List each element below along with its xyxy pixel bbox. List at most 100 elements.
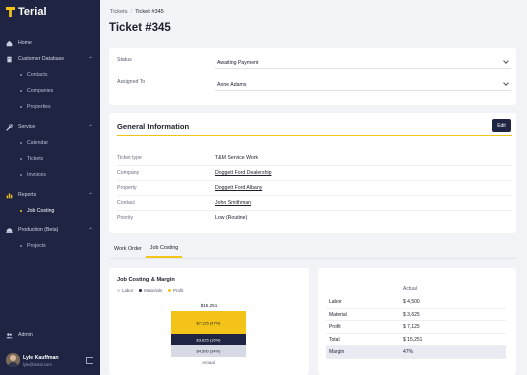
assigned-to-value: Anne Adams — [217, 81, 247, 88]
sidebar-item-label: Properties — [27, 104, 51, 110]
tabs-divider — [110, 258, 517, 259]
sidebar-item-invoices[interactable]: Invoices — [0, 168, 100, 182]
section-divider — [117, 135, 512, 136]
sidebar-item-production[interactable]: Production (Beta) ⌃ — [0, 223, 100, 237]
avatar — [6, 353, 20, 367]
sidebar-item-calendar[interactable]: Calendar — [0, 136, 100, 150]
bullet-icon — [20, 106, 22, 108]
company-link[interactable]: Doggett Ford Dealership — [215, 170, 272, 176]
users-icon — [6, 332, 13, 338]
bullet-icon — [20, 158, 22, 160]
sidebar-item-label: Reports — [18, 192, 37, 198]
status-value: Awaiting Payment — [217, 59, 259, 66]
building-icon — [7, 56, 12, 62]
sidebar-item-label: Projects — [27, 243, 46, 249]
cost-row-profit: Profit $ 7,125 — [326, 321, 506, 334]
bullet-icon — [20, 210, 22, 212]
cost-value: $ 15,251 — [403, 336, 423, 343]
sidebar-item-projects[interactable]: Projects — [0, 239, 100, 253]
cost-row-total: Total $ 15,251 — [326, 334, 506, 346]
chevron-up-icon: ⌃ — [87, 192, 93, 199]
info-row-ticket-type: Ticket type T&M Service Work — [117, 151, 512, 166]
wrench-icon — [6, 123, 13, 131]
sidebar-item-customer-database[interactable]: Customer Database ⌃ — [0, 52, 100, 66]
user-profile[interactable]: Lyle Kauffman lyle@terial.com — [0, 350, 100, 372]
info-label: Ticket type — [117, 155, 142, 161]
tab-work-order[interactable]: Work Order — [110, 240, 146, 258]
sidebar-item-service[interactable]: Service ⌃ — [0, 120, 100, 134]
sidebar-item-label: Invoices — [27, 172, 47, 178]
legend-dot-icon — [117, 289, 120, 292]
sidebar-item-companies[interactable]: Companies — [0, 84, 100, 98]
cost-table-header: Actual — [318, 282, 513, 294]
bullet-icon — [20, 142, 22, 144]
bullet-icon — [20, 90, 22, 92]
status-select[interactable]: Awaiting Payment — [215, 57, 511, 69]
hard-hat-icon — [6, 227, 13, 233]
cost-label: Labor — [329, 299, 342, 305]
breadcrumb-separator: / — [130, 9, 133, 15]
home-icon — [6, 40, 13, 46]
bullet-icon — [20, 174, 22, 176]
cost-value: $ 4,500 — [403, 299, 420, 305]
app-logo[interactable]: Terial — [6, 6, 47, 18]
cost-value: $ 3,625 — [403, 311, 420, 318]
sidebar-item-reports[interactable]: Reports ⌃ — [0, 188, 100, 202]
sidebar: Terial Home Customer Database ⌃ Contacts… — [0, 0, 100, 375]
bar-total-label: $15,251 — [201, 303, 218, 308]
cost-row-labor: Labor $ 4,500 — [326, 296, 506, 309]
assigned-to-select[interactable]: Anne Adams — [215, 79, 511, 91]
sidebar-item-admin[interactable]: Admin — [0, 328, 100, 342]
info-label: Property — [117, 185, 137, 191]
info-value: Low (Routine) — [215, 215, 248, 221]
main-content: Tickets / Ticket #345 Ticket #345 Status A… — [100, 0, 527, 375]
bar-materials-label: $3,625 (16%) — [196, 338, 221, 343]
logout-icon[interactable] — [86, 357, 93, 364]
app-name: Terial — [18, 6, 47, 18]
chevron-up-icon: ⌃ — [87, 124, 93, 131]
stacked-bar-chart: $15,251 $7,125 (47%) $3,625 (16%) $4,500… — [171, 303, 246, 365]
chart-legend: Labor Materials Profit — [117, 288, 183, 293]
cost-row-margin: Margin 47% — [326, 346, 506, 359]
user-email: lyle@terial.com — [23, 362, 52, 367]
column-header-actual: Actual — [403, 286, 417, 292]
info-value: T&M Service Work — [215, 155, 259, 161]
info-row-priority: Priority Low (Routine) — [117, 211, 512, 226]
info-label: Company — [117, 170, 140, 176]
tab-job-costing[interactable]: Job Costing — [145, 240, 183, 258]
ticket-tabs: Work Order Job Costing — [110, 240, 183, 258]
sidebar-item-job-costing[interactable]: Job Costing — [0, 204, 100, 218]
legend-labor: Labor — [117, 288, 133, 293]
property-link[interactable]: Doggett Ford Albany — [215, 185, 262, 191]
sidebar-item-label: Companies — [27, 88, 54, 94]
sidebar-item-label: Job Costing — [27, 208, 55, 214]
info-row-property: Property Doggett Ford Albany — [117, 181, 512, 196]
info-row-contact: Contact John Smithman — [117, 196, 512, 211]
chevron-down-icon — [503, 58, 509, 64]
sidebar-item-label: Tickets — [27, 156, 44, 162]
edit-button[interactable]: Edit — [492, 119, 511, 132]
cost-row-material: Material $ 3,625 — [326, 309, 506, 321]
sidebar-item-label: Production (Beta) — [18, 227, 59, 233]
bar-profit-label: $7,125 (47%) — [196, 321, 221, 326]
bullet-icon — [20, 245, 22, 247]
job-costing-chart-card: Job Costing & Margin Labor Materials Pro… — [109, 268, 309, 375]
general-information-card: General Information Edit Ticket type T&M… — [109, 113, 516, 233]
breadcrumb-tickets[interactable]: Tickets — [110, 9, 128, 15]
sidebar-item-properties[interactable]: Properties — [0, 100, 100, 114]
bullet-icon — [20, 74, 22, 76]
sidebar-item-contacts[interactable]: Contacts — [0, 68, 100, 82]
legend-dot-icon — [168, 289, 172, 292]
sidebar-item-label: Admin — [18, 332, 33, 338]
sidebar-item-label: Service — [18, 124, 36, 130]
contact-link[interactable]: John Smithman — [215, 200, 251, 206]
legend-materials: Materials — [139, 288, 162, 293]
bar-chart-icon — [6, 192, 13, 198]
breadcrumb: Tickets / Ticket #345 — [110, 9, 164, 15]
general-information-title: General Information — [117, 122, 190, 131]
sidebar-item-tickets[interactable]: Tickets — [0, 152, 100, 166]
sidebar-item-label: Customer Database — [18, 56, 65, 62]
sidebar-item-home[interactable]: Home — [0, 36, 100, 50]
info-label: Priority — [117, 215, 134, 221]
x-axis-label: Actual — [202, 360, 215, 365]
